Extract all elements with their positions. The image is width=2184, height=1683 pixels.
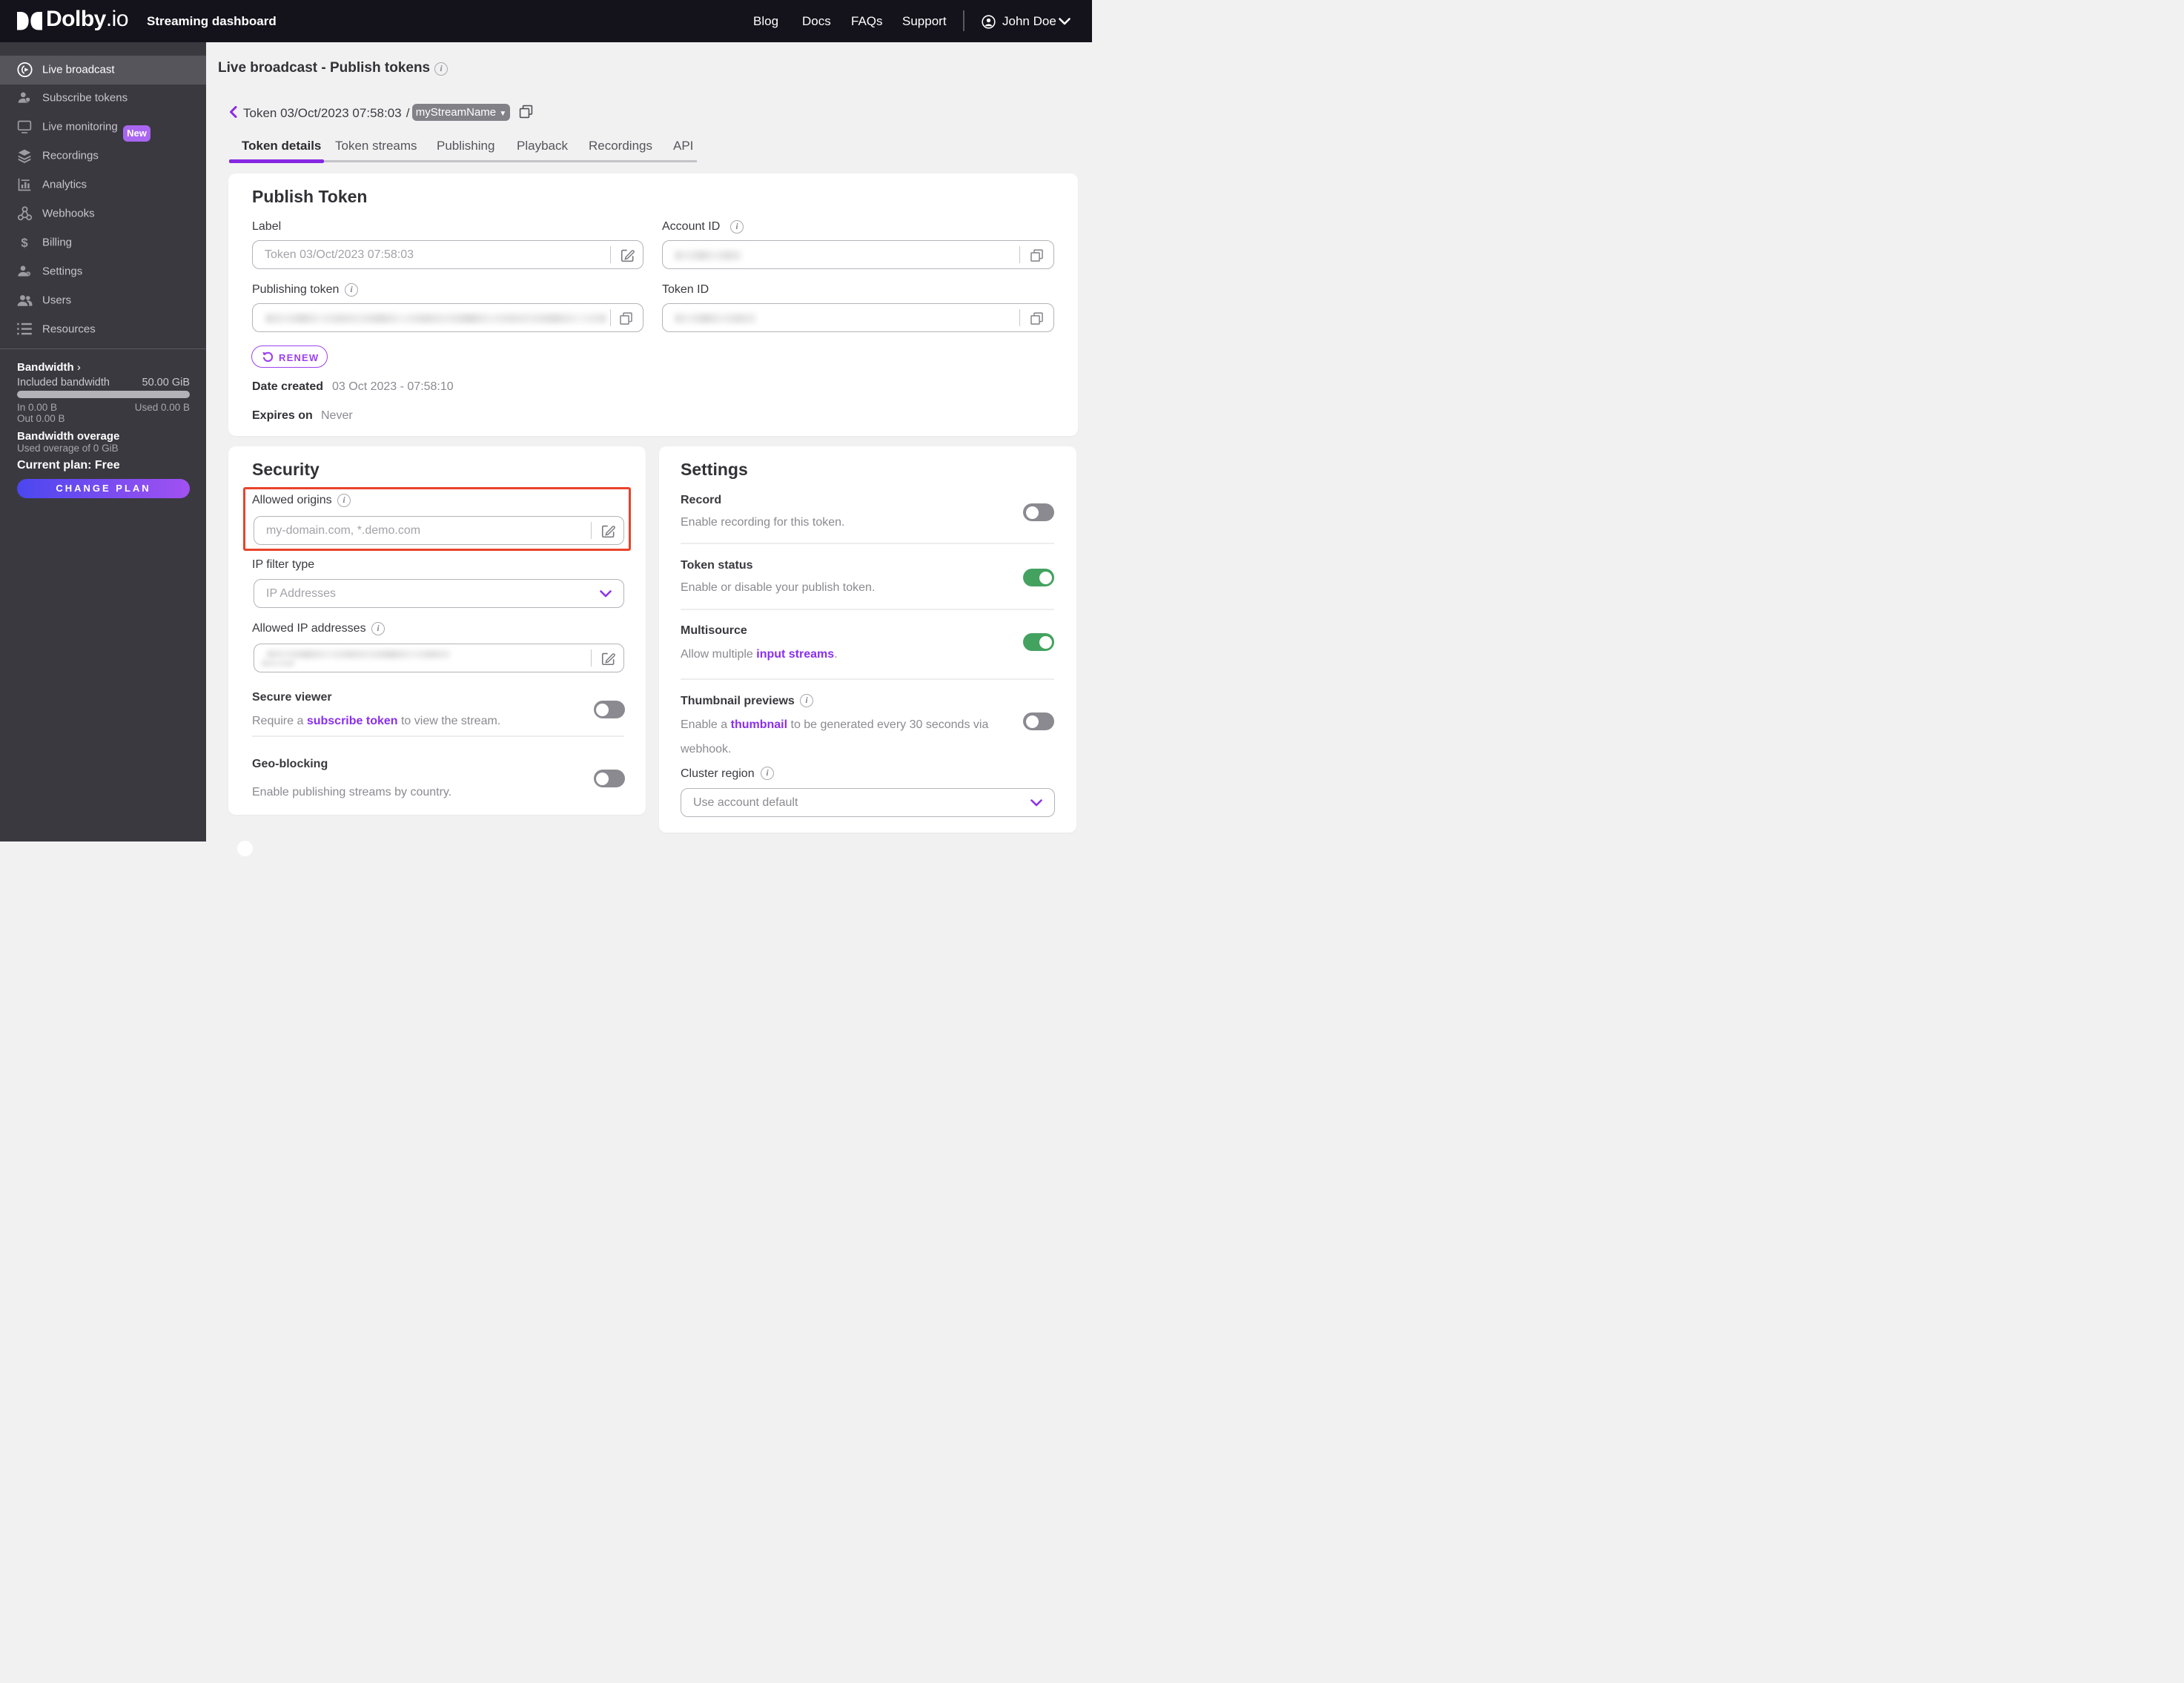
svg-text:$: $ xyxy=(21,236,28,250)
